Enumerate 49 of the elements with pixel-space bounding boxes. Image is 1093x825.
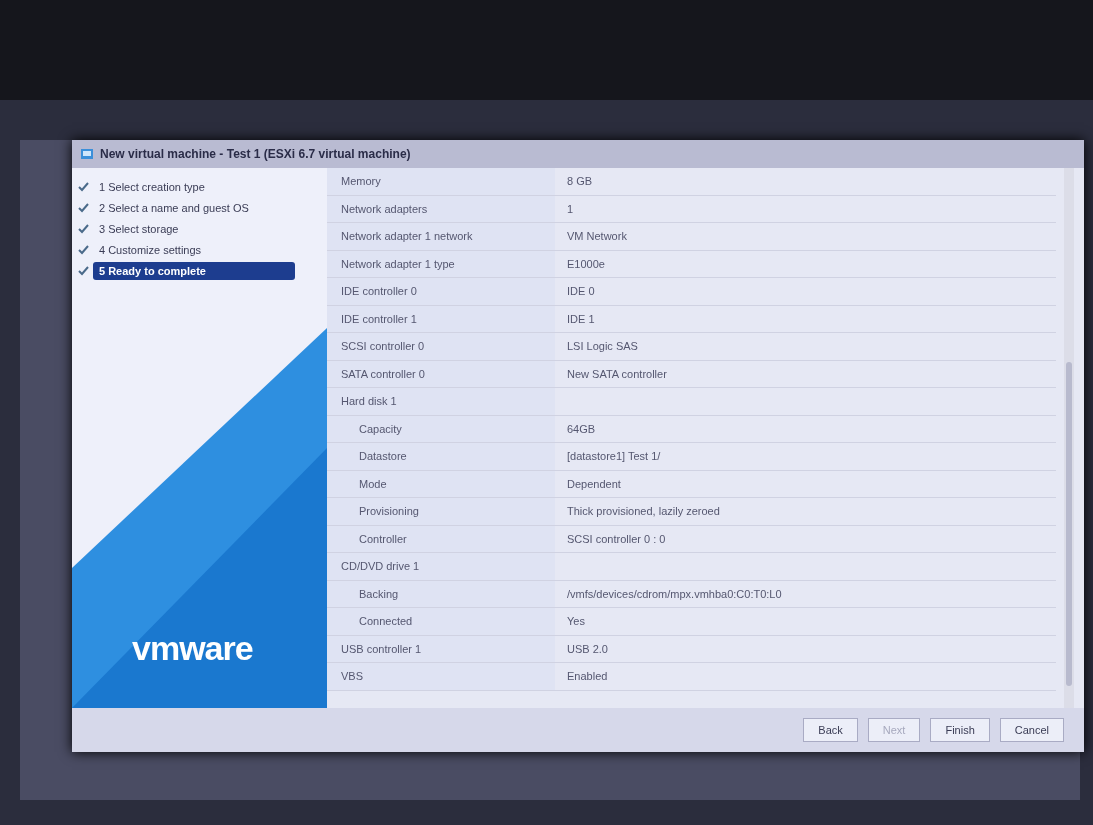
setting-value: VM Network [566, 230, 627, 243]
setting-value: USB 2.0 [566, 642, 608, 655]
scrollbar[interactable] [1064, 168, 1074, 708]
setting-value: Yes [566, 615, 585, 628]
setting-label: Datastore [327, 443, 555, 470]
window-title: New virtual machine - Test 1 (ESXi 6.7 virtual machine) [100, 147, 411, 161]
setting-label: Mode [327, 470, 555, 497]
setting-label: Connected [327, 608, 555, 635]
wizard-step[interactable]: 5 Ready to complete [93, 262, 295, 280]
setting-label: Network adapter 1 type [327, 250, 555, 277]
setting-value: SCSI controller 0 : 0 [566, 532, 666, 545]
setting-value: 64GB [566, 422, 596, 435]
dialog-button[interactable]: Finish [930, 718, 990, 742]
dialog-button[interactable]: Cancel [999, 718, 1064, 742]
wizard-step[interactable]: 1 Select creation type [93, 178, 211, 196]
setting-label: CD/DVD drive 1 [327, 553, 555, 580]
setting-value: E1000e [566, 257, 605, 270]
setting-label: Capacity [327, 415, 555, 442]
setting-value: 1 [566, 202, 574, 215]
setting-label: Memory [327, 168, 555, 195]
setting-label: IDE controller 0 [327, 278, 555, 305]
setting-label: Backing [327, 580, 555, 607]
setting-label: SATA controller 0 [327, 360, 555, 387]
setting-label: Network adapter 1 network [327, 223, 555, 250]
setting-value: IDE 1 [566, 312, 595, 325]
scrollbar-thumb[interactable] [1066, 362, 1072, 687]
setting-value: New SATA controller [566, 367, 667, 380]
wizard-step[interactable]: 4 Customize settings [93, 241, 208, 259]
setting-label: VBS [327, 663, 555, 690]
setting-label: IDE controller 1 [327, 305, 555, 332]
setting-label: Provisioning [327, 498, 555, 525]
setting-value: IDE 0 [566, 285, 595, 298]
setting-value: Dependent [566, 477, 621, 490]
virtual-machine-icon [80, 147, 94, 161]
setting-value: Enabled [566, 670, 608, 683]
setting-value: 8 GB [566, 175, 593, 188]
setting-value: LSI Logic SAS [566, 340, 638, 353]
setting-label: USB controller 1 [327, 635, 555, 662]
wizard-step[interactable]: 3 Select storage [93, 220, 185, 238]
setting-label: Network adapters [327, 195, 555, 222]
vmware-logo: vmware [132, 629, 253, 668]
setting-label: Hard disk 1 [327, 388, 555, 415]
dialog-button[interactable]: Back [803, 718, 858, 742]
setting-label: Controller [327, 525, 555, 552]
setting-value: Thick provisioned, lazily zeroed [566, 505, 720, 518]
setting-value: /vmfs/devices/cdrom/mpx.vmhba0:C0:T0:L0 [566, 587, 782, 600]
wizard-step[interactable]: 2 Select a name and guest OS [93, 199, 255, 217]
setting-label: SCSI controller 0 [327, 333, 555, 360]
setting-value: [datastore1] Test 1/ [566, 450, 661, 463]
